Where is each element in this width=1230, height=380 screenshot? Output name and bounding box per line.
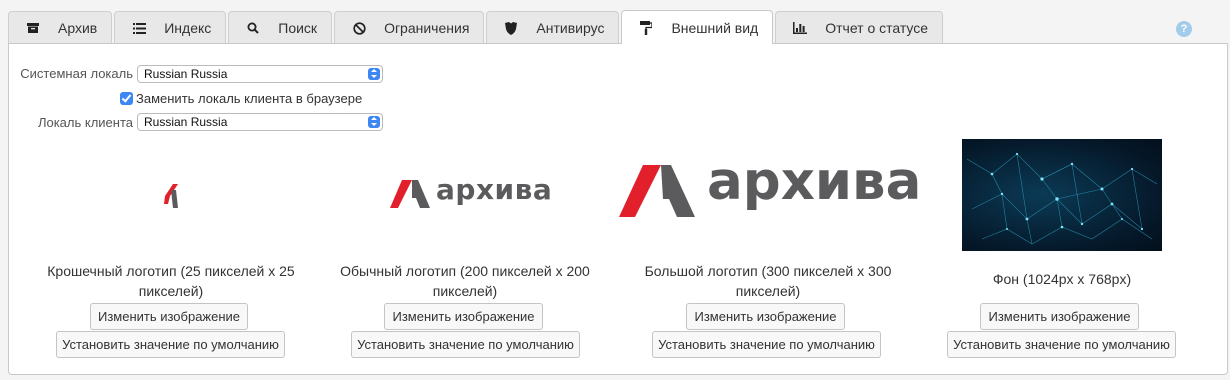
tab-label: Внешний вид: [671, 19, 759, 36]
system-locale-select[interactable]: Russian Russia: [137, 65, 383, 83]
bar-chart-icon: [792, 20, 808, 36]
archive-icon: [25, 20, 41, 36]
tab-label: Индекс: [164, 20, 212, 36]
shield-icon: [503, 20, 519, 36]
regular-logo-caption: Обычный логотип (200 пикселей x 200 пикс…: [340, 263, 590, 299]
large-logo-image: архива: [619, 151, 921, 219]
tab-index[interactable]: Индекс: [114, 11, 227, 44]
override-locale-label: Заменить локаль клиента в браузере: [136, 91, 363, 106]
appearance-panel: Системная локаль Russian Russia Заменить…: [8, 43, 1228, 375]
tab-status-report[interactable]: Отчет о статусе: [775, 11, 944, 44]
client-locale-label: Локаль клиента: [37, 115, 133, 130]
network-pattern: [966, 152, 1158, 245]
system-locale-label: Системная локаль: [20, 66, 133, 81]
tiny-logo-caption: Крошечный логотип (25 пикселей x 25 пикс…: [47, 263, 295, 299]
tiny-logo-change-button[interactable]: Изменить изображение: [90, 303, 248, 330]
logo-wordmark: архива: [436, 173, 553, 206]
tab-label: Архив: [58, 20, 98, 36]
tab-label: Поиск: [278, 20, 318, 36]
large-logo-caption: Большой логотип (300 пикселей x 300 пикс…: [644, 263, 892, 299]
tab-label: Отчет о статусе: [825, 20, 929, 36]
tab-label: Ограничения: [384, 20, 470, 36]
regular-logo-image: архива: [390, 173, 552, 213]
large-logo-change-button[interactable]: Изменить изображение: [686, 303, 845, 330]
regular-logo-reset-button[interactable]: Установить значение по умолчанию: [351, 331, 580, 358]
tab-bar: Архив Индекс Поиск Ограничения Антивирус…: [8, 10, 945, 44]
help-icon[interactable]: ?: [1176, 21, 1192, 37]
regular-logo-change-button[interactable]: Изменить изображение: [384, 303, 543, 330]
background-caption: Фон (1024px x 768px): [992, 271, 1132, 287]
paint-roller-icon: [638, 20, 654, 36]
tab-antivirus[interactable]: Антивирус: [486, 11, 620, 44]
list-icon: [131, 20, 147, 36]
tab-appearance[interactable]: Внешний вид: [621, 10, 774, 44]
tiny-logo-image: [164, 184, 178, 208]
search-icon: [245, 20, 261, 36]
logo-mark: [619, 165, 695, 217]
select-arrows-icon: [368, 68, 380, 80]
tab-archive[interactable]: Архив: [8, 11, 113, 44]
tab-restrictions[interactable]: Ограничения: [334, 11, 485, 44]
system-locale-value: Russian Russia: [144, 67, 228, 81]
client-locale-value: Russian Russia: [144, 115, 228, 129]
background-change-button[interactable]: Изменить изображение: [980, 303, 1139, 330]
background-image: [962, 139, 1162, 251]
logo-wordmark: архива: [707, 151, 922, 212]
background-reset-button[interactable]: Установить значение по умолчанию: [947, 331, 1176, 358]
ban-icon: [351, 20, 367, 36]
tab-search[interactable]: Поиск: [228, 11, 333, 44]
client-locale-select[interactable]: Russian Russia: [137, 113, 383, 131]
override-locale-checkbox[interactable]: [120, 92, 133, 105]
select-arrows-icon: [368, 116, 380, 128]
tiny-logo-reset-button[interactable]: Установить значение по умолчанию: [56, 331, 285, 358]
logo-mark: [390, 180, 430, 208]
tab-label: Антивирус: [536, 20, 605, 36]
large-logo-reset-button[interactable]: Установить значение по умолчанию: [652, 331, 881, 358]
